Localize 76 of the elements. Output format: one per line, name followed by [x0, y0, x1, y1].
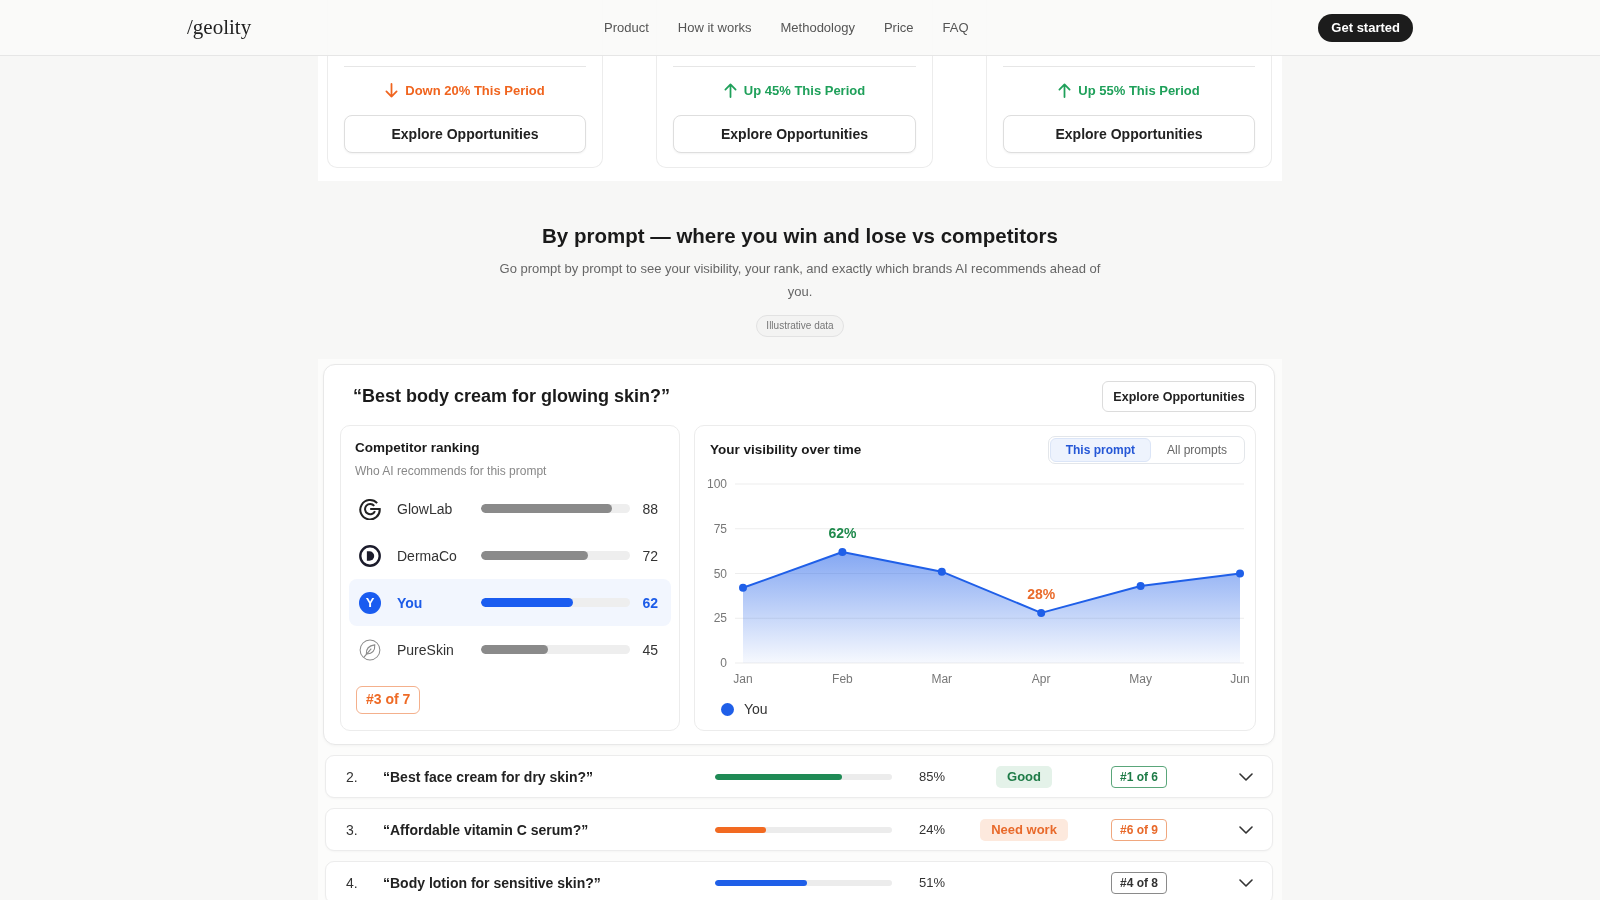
section-subtitle: Go prompt by prompt to see your visibility, your rank, and exactly which brands AI recommends ahead of you. — [498, 260, 1102, 301]
chart-title: Your visibility over time — [710, 441, 862, 459]
row-number: 2. — [346, 768, 359, 785]
prompt-text: “Best face cream for dry skin?” — [383, 768, 595, 785]
data-point — [1037, 608, 1046, 617]
rank-badge: #1 of 6 — [1111, 765, 1167, 788]
percent-value: 51% — [919, 875, 947, 890]
chevron-down-icon[interactable] — [1239, 825, 1253, 834]
nav-link[interactable]: Methodology — [780, 20, 855, 35]
d-logo-icon — [359, 544, 381, 567]
y-tick-label: 75 — [713, 521, 727, 536]
x-tick-label: May — [1129, 672, 1152, 686]
explore-button[interactable]: Explore Opportunities — [673, 115, 916, 153]
g-logo-icon — [359, 497, 381, 520]
logo-wordmark[interactable]: /geolity — [187, 15, 252, 40]
y-tick-label: 0 — [720, 656, 727, 670]
data-point — [838, 548, 847, 556]
chevron-down-icon[interactable] — [1239, 772, 1253, 781]
explore-button[interactable]: Explore Opportunities — [1102, 381, 1256, 412]
point-label: 28% — [1027, 585, 1056, 602]
prompt-text: “Body lotion for sensitive skin?” — [383, 874, 602, 891]
explore-button[interactable]: Explore Opportunities — [1003, 115, 1255, 153]
rank-badge: #4 of 8 — [1111, 871, 1167, 894]
tab[interactable]: This prompt — [1049, 438, 1151, 462]
leaf-icon — [359, 638, 381, 661]
x-tick-label: Mar — [931, 672, 953, 686]
y-tick-label: 25 — [713, 611, 727, 626]
brand-name: DermaCo — [397, 547, 458, 564]
x-tick-label: Apr — [1031, 672, 1051, 686]
score-value: 72 — [642, 547, 658, 564]
brand-name: PureSkin — [397, 641, 455, 658]
arrow-down-icon — [385, 82, 399, 98]
status-badge: Need work — [980, 818, 1068, 841]
prompt-title: “Best body cream for glowing skin?” — [353, 386, 671, 407]
data-point — [1136, 582, 1145, 591]
trend-text: Up 55% This Period — [1078, 82, 1200, 98]
x-tick-label: Jan — [733, 672, 753, 686]
rank-badge: #3 of 7 — [356, 686, 421, 714]
nav-link[interactable]: Product — [604, 20, 649, 35]
y-tick-label: 100 — [706, 477, 727, 491]
arrow-up-icon — [1058, 82, 1072, 98]
x-tick-label: Feb — [832, 672, 853, 686]
nav-link[interactable]: How it works — [677, 20, 752, 35]
score-value: 88 — [642, 500, 658, 517]
nav-link[interactable]: Price — [883, 20, 914, 35]
row-number: 4. — [346, 874, 359, 891]
explore-button[interactable]: Explore Opportunities — [344, 115, 586, 153]
rank-badge: #6 of 9 — [1111, 818, 1167, 841]
nav-link[interactable]: FAQ — [942, 20, 969, 35]
chevron-down-icon[interactable] — [1239, 878, 1253, 887]
tab[interactable]: All prompts — [1150, 438, 1243, 462]
section-title: By prompt — where you win and lose vs competitors — [541, 223, 1059, 249]
avatar: Y — [359, 591, 381, 614]
status-badge: Good — [996, 765, 1052, 788]
x-tick-label: Jun — [1230, 672, 1250, 686]
point-label: 62% — [828, 525, 857, 541]
illustrative-data-badge: Illustrative data — [756, 315, 844, 337]
brand-name: You — [397, 594, 424, 611]
trend-text: Down 20% This Period — [405, 82, 545, 98]
percent-value: 85% — [919, 769, 947, 784]
percent-value: 24% — [919, 822, 947, 837]
y-tick-label: 50 — [713, 566, 727, 581]
brand-name: GlowLab — [397, 500, 454, 517]
legend-label: You — [744, 701, 768, 717]
data-point — [1236, 569, 1244, 578]
data-point — [937, 567, 946, 576]
score-value: 45 — [642, 641, 658, 658]
panel-title: Competitor ranking — [355, 439, 480, 457]
row-number: 3. — [346, 821, 359, 838]
get-started-button[interactable]: Get started — [1318, 13, 1413, 42]
data-point — [739, 583, 747, 592]
panel-subtitle: Who AI recommends for this prompt — [355, 463, 547, 479]
arrow-up-icon — [723, 82, 737, 98]
prompt-text: “Affordable vitamin C serum?” — [383, 821, 590, 838]
score-value: 62 — [642, 594, 658, 611]
trend-text: Up 45% This Period — [743, 82, 866, 98]
